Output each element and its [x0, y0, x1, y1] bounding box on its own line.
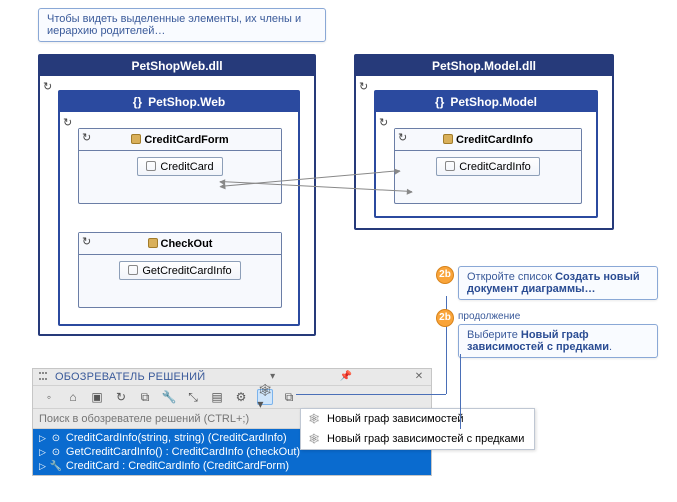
callout-connector — [296, 394, 446, 395]
refresh-icon — [398, 131, 410, 143]
new-graph-menu: 🕸Новый граф зависимостей 🕸Новый граф зав… — [300, 408, 535, 450]
refresh-icon[interactable]: ↻ — [113, 389, 129, 405]
properties-icon[interactable]: ▤ — [209, 389, 225, 405]
method-icon — [128, 265, 138, 275]
namespace-title-left: PetShop.Web — [60, 92, 298, 112]
property-icon: 🔧 — [50, 460, 62, 472]
hint-top: Чтобы видеть выделенные элементы, их чле… — [38, 8, 326, 42]
continuation-label: продолжение — [458, 311, 520, 322]
sync-icon[interactable]: ▣ — [89, 389, 105, 405]
solution-explorer-title: ОБОЗРЕВАТЕЛЬ РЕШЕНИЙ — [55, 371, 205, 383]
member-creditcardinfo[interactable]: CreditCardInfo — [436, 157, 540, 176]
new-graph-dropdown[interactable]: 🕸▾ — [257, 389, 273, 405]
scope-icon[interactable]: ⧉ — [137, 389, 153, 405]
tree-item[interactable]: ▷🔧CreditCard : CreditCardInfo (CreditCar… — [33, 459, 431, 473]
graph-icon: 🕸 — [307, 412, 321, 426]
method-icon: ⊙ — [50, 446, 62, 458]
wrench-icon[interactable]: 🔧 — [161, 389, 177, 405]
package-title-right: PetShop.Model.dll — [356, 56, 612, 76]
hint-create-diagram: Откройте список Создать новый документ д… — [458, 266, 658, 300]
namespace-petshop-model[interactable]: PetShop.Model CreditCardInfo CreditCardI… — [374, 90, 598, 218]
namespace-title-right: PetShop.Model — [376, 92, 596, 112]
gear-icon[interactable]: ⚙ — [233, 389, 249, 405]
refresh-icon — [379, 116, 391, 128]
step-bubble-2b-cont: 2b — [436, 309, 454, 327]
class-name: CreditCardForm — [144, 134, 228, 146]
refresh-icon — [82, 131, 94, 143]
back-icon[interactable]: ◦ — [41, 389, 57, 405]
refresh-icon — [359, 80, 371, 92]
class-icon — [148, 238, 158, 248]
step-bubble-2b: 2b — [436, 266, 454, 284]
callout-connector — [460, 354, 461, 429]
member-getcreditcardinfo[interactable]: GetCreditCardInfo — [119, 261, 240, 280]
pin-icon[interactable]: 📌 — [340, 371, 352, 383]
solution-explorer-titlebar[interactable]: ОБОЗРЕВАТЕЛЬ РЕШЕНИЙ ▾ 📌 ✕ — [33, 369, 431, 386]
field-icon — [445, 161, 455, 171]
class-icon — [131, 134, 141, 144]
grip-icon — [39, 372, 49, 382]
expand-icon[interactable]: ▷ — [39, 433, 46, 444]
expand-icon[interactable]: ▷ — [39, 461, 46, 472]
menu-item-new-graph[interactable]: 🕸Новый граф зависимостей — [301, 409, 534, 429]
class-name: CreditCardInfo — [456, 134, 533, 146]
dropdown-icon[interactable]: ▾ — [267, 371, 279, 383]
graph-parents-icon: 🕸 — [307, 432, 321, 446]
package-petshopweb[interactable]: PetShopWeb.dll PetShop.Web CreditCardFor… — [38, 54, 316, 336]
refresh-icon — [63, 116, 75, 128]
toolbar: ◦ ⌂ ▣ ↻ ⧉ 🔧 ⤡ ▤ ⚙ 🕸▾ ⧉ — [33, 386, 431, 409]
field-icon — [146, 161, 156, 171]
copy-icon[interactable]: ⧉ — [281, 389, 297, 405]
refresh-icon — [43, 80, 55, 92]
refresh-icon — [82, 235, 94, 247]
class-creditcardform[interactable]: CreditCardForm CreditCard — [78, 128, 282, 204]
home-icon[interactable]: ⌂ — [65, 389, 81, 405]
method-icon: ⊙ — [50, 432, 62, 444]
package-petshopmodel[interactable]: PetShop.Model.dll PetShop.Model CreditCa… — [354, 54, 614, 230]
member-creditcard[interactable]: CreditCard — [137, 157, 222, 176]
class-checkout[interactable]: CheckOut GetCreditCardInfo — [78, 232, 282, 308]
class-name: CheckOut — [161, 238, 213, 250]
collapse-icon[interactable]: ⤡ — [185, 389, 201, 405]
menu-item-new-graph-ancestors[interactable]: 🕸Новый граф зависимостей с предками — [301, 429, 534, 449]
expand-icon[interactable]: ▷ — [39, 447, 46, 458]
hint-new-graph-ancestors: Выберите Новый граф зависимостей с предк… — [458, 324, 658, 358]
close-icon[interactable]: ✕ — [413, 371, 425, 383]
class-creditcardinfo[interactable]: CreditCardInfo CreditCardInfo — [394, 128, 582, 204]
package-title-left: PetShopWeb.dll — [40, 56, 314, 76]
class-icon — [443, 134, 453, 144]
namespace-petshop-web[interactable]: PetShop.Web CreditCardForm CreditCard Ch… — [58, 90, 300, 326]
